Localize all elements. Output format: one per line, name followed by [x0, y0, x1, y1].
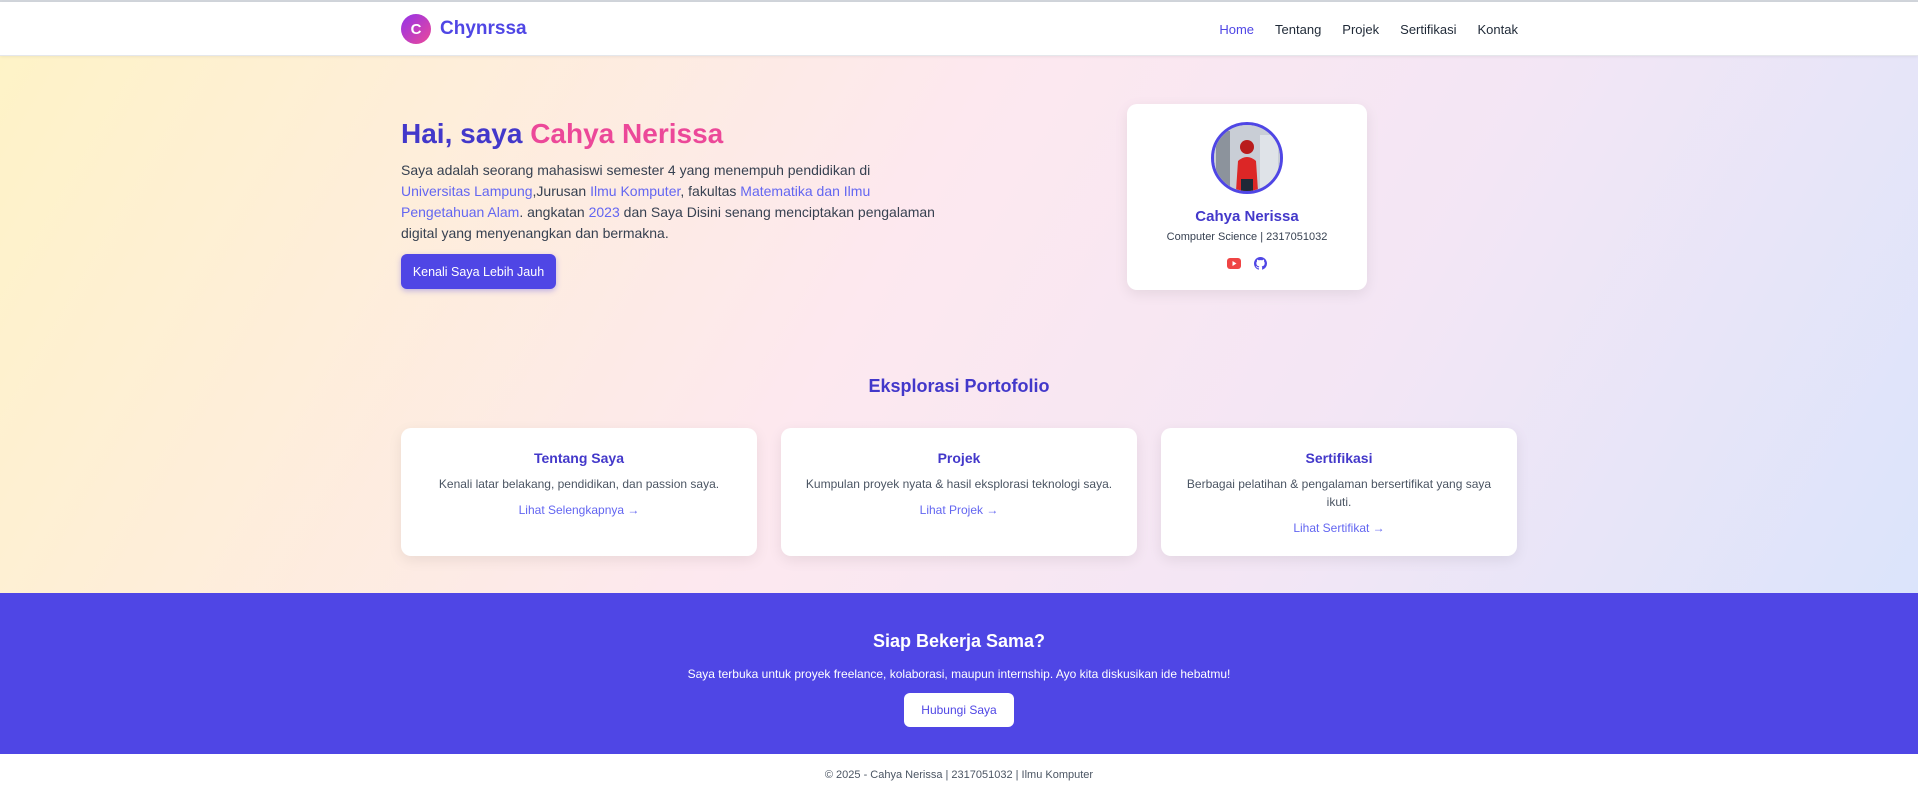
cta-section: Siap Bekerja Sama? Saya terbuka untuk pr…	[0, 593, 1918, 754]
hero-desc-year: 2023	[588, 204, 620, 220]
footer-text: © 2025 - Cahya Nerissa | 2317051032 | Il…	[824, 769, 1094, 781]
nav-links: Home Tentang Projek Sertifikasi Kontak	[1219, 22, 1518, 37]
card-certifications: Sertifikasi Berbagai pelatihan & pengala…	[1161, 428, 1517, 556]
profile-name: Cahya Nerissa	[1195, 208, 1299, 225]
hero-description: Saya adalah seorang mahasiswi semester 4…	[401, 160, 941, 244]
cta-text: Saya terbuka untuk proyek freelance, kol…	[687, 667, 1231, 681]
hero-title: Hai, saya Cahya Nerissa	[401, 118, 723, 150]
footer: © 2025 - Cahya Nerissa | 2317051032 | Il…	[0, 754, 1918, 793]
learn-more-button[interactable]: Kenali Saya Lebih Jauh	[401, 254, 556, 289]
profile-card: Cahya Nerissa Computer Science | 2317051…	[1127, 104, 1367, 290]
hero-desc-text-2: ,Jurusan	[532, 183, 591, 199]
social-icons	[1127, 256, 1367, 270]
card-certifications-title: Sertifikasi	[1305, 450, 1373, 466]
explore-title: Eksplorasi Portofolio	[868, 376, 1050, 396]
card-about-desc: Kenali latar belakang, pendidikan, dan p…	[438, 477, 720, 491]
card-about-title: Tentang Saya	[534, 450, 624, 466]
youtube-icon[interactable]	[1227, 256, 1241, 270]
card-about-link[interactable]: Lihat Selengkapnya →	[519, 503, 640, 517]
hero-desc-text-3: , fakultas	[680, 183, 741, 199]
card-projects-link[interactable]: Lihat Projek →	[920, 503, 999, 517]
hero-desc-text-1: Saya adalah seorang mahasiswi semester 4…	[401, 162, 871, 178]
hero-title-name: Cahya Nerissa	[530, 118, 724, 149]
card-certifications-link[interactable]: Lihat Sertifikat →	[1293, 521, 1384, 535]
nav-link-projek[interactable]: Projek	[1342, 22, 1379, 37]
hero-desc-text-4: . angkatan	[519, 204, 589, 220]
card-about: Tentang Saya Kenali latar belakang, pend…	[401, 428, 757, 556]
brand-name: Chynrssa	[440, 18, 527, 39]
cta-title: Siap Bekerja Sama?	[872, 631, 1046, 651]
avatar	[1211, 122, 1283, 194]
nav-link-tentang[interactable]: Tentang	[1275, 22, 1321, 37]
hero-desc-university: Universitas Lampung	[401, 183, 533, 199]
card-projects-desc: Kumpulan proyek nyata & hasil eksplorasi…	[805, 477, 1113, 491]
contact-button[interactable]: Hubungi Saya	[904, 693, 1014, 727]
navbar: C Chynrssa Home Tentang Projek Sertifika…	[0, 2, 1918, 56]
github-icon[interactable]	[1253, 256, 1267, 270]
nav-link-kontak[interactable]: Kontak	[1478, 22, 1518, 37]
nav-link-sertifikasi[interactable]: Sertifikasi	[1400, 22, 1456, 37]
card-projects-title: Projek	[937, 450, 981, 466]
hero-desc-major: Ilmu Komputer	[590, 183, 681, 199]
brand-logo-icon: C	[401, 14, 431, 44]
profile-subtitle: Computer Science | 2317051032	[1166, 231, 1328, 243]
nav-link-home[interactable]: Home	[1219, 22, 1254, 37]
brand[interactable]: C Chynrssa	[401, 14, 527, 44]
card-projects: Projek Kumpulan proyek nyata & hasil eks…	[781, 428, 1137, 556]
hero-title-prefix: Hai, saya	[401, 118, 531, 149]
card-certifications-desc: Berbagai pelatihan & pengalaman berserti…	[1186, 477, 1492, 509]
